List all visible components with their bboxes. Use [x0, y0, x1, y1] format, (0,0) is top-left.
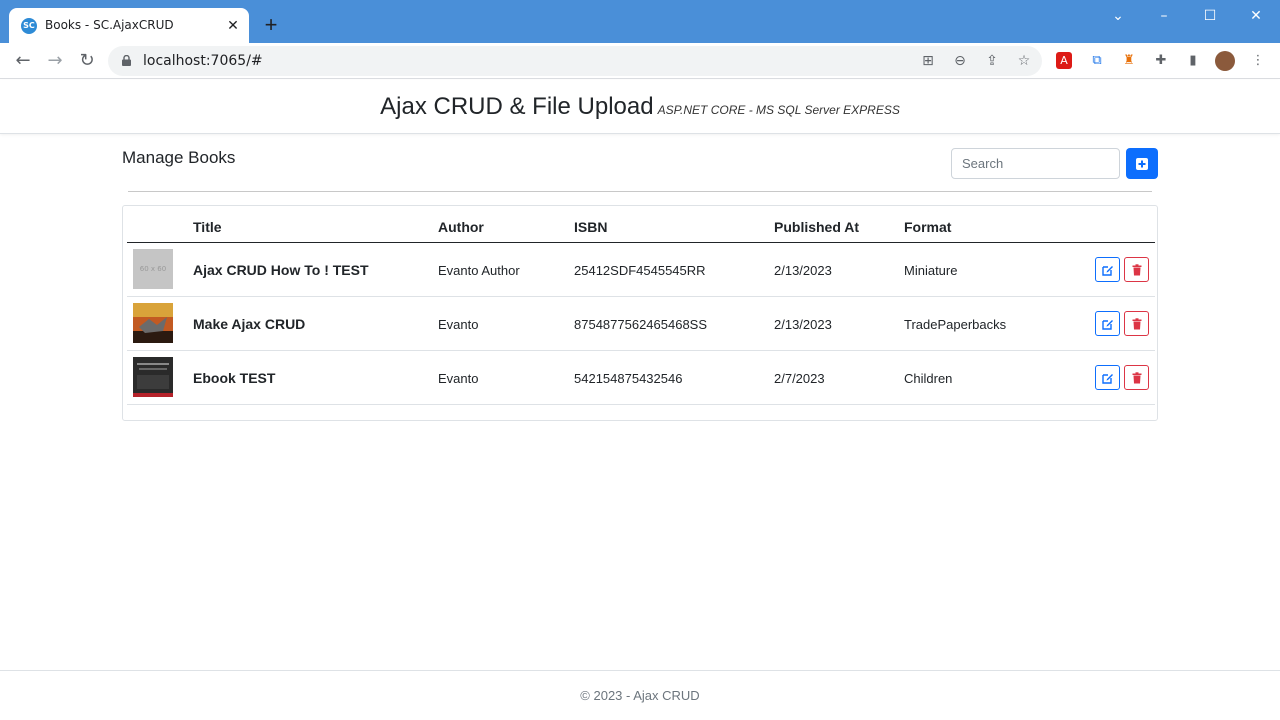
- extension-badge-icon[interactable]: ⧉: [1088, 52, 1106, 70]
- angular-extension-icon[interactable]: A: [1056, 52, 1072, 69]
- trash-icon: [1132, 264, 1142, 276]
- add-book-button[interactable]: [1126, 148, 1158, 179]
- column-header-isbn: ISBN: [574, 219, 608, 235]
- plus-square-icon: [1136, 158, 1148, 170]
- divider: [128, 191, 1152, 192]
- column-header-published: Published At: [774, 219, 860, 235]
- book-title: Ajax CRUD How To ! TEST: [193, 262, 369, 278]
- book-isbn: 8754877562465468SS: [574, 317, 708, 332]
- profile-avatar[interactable]: [1215, 51, 1235, 71]
- address-bar[interactable]: localhost:7065/# ⊞ ⊖ ⇪ ☆: [108, 46, 1042, 76]
- book-format: Children: [904, 371, 953, 386]
- maximize-icon[interactable]: ☐: [1201, 7, 1219, 25]
- forward-icon[interactable]: →: [45, 51, 65, 71]
- edit-button[interactable]: [1095, 311, 1120, 336]
- column-header-title: Title: [193, 219, 222, 235]
- column-header-author: Author: [438, 219, 484, 235]
- book-cover-image: [133, 303, 173, 343]
- browser-toolbar: ← → ↻ localhost:7065/# ⊞ ⊖ ⇪ ☆ A ⧉ ♜ ✚ ▮…: [0, 43, 1280, 79]
- extension-lock-icon[interactable]: ♜: [1120, 52, 1138, 70]
- table-row: 60 x 60 Ajax CRUD How To ! TEST Evanto A…: [127, 243, 1155, 297]
- search-input[interactable]: [951, 148, 1120, 179]
- delete-button[interactable]: [1124, 257, 1149, 282]
- lock-icon: [122, 55, 131, 66]
- browser-tab[interactable]: SC Books - SC.AjaxCRUD ✕: [9, 8, 249, 43]
- bookmark-star-icon[interactable]: ☆: [1015, 52, 1033, 70]
- edit-icon: [1102, 266, 1113, 276]
- extensions-puzzle-icon[interactable]: ✚: [1152, 52, 1170, 70]
- column-header-format: Format: [904, 219, 952, 235]
- book-author: Evanto: [438, 371, 479, 386]
- edit-button[interactable]: [1095, 257, 1120, 282]
- tab-close-icon[interactable]: ✕: [225, 17, 241, 33]
- app-header: Ajax CRUD & File Upload ASP.NET CORE - MS…: [0, 80, 1280, 134]
- book-author: Evanto Author: [438, 263, 520, 278]
- book-author: Evanto: [438, 317, 479, 332]
- menu-kebab-icon[interactable]: ⋮: [1249, 52, 1267, 70]
- app-title: Ajax CRUD & File Upload: [380, 93, 654, 120]
- book-cover-placeholder: 60 x 60: [133, 249, 173, 289]
- edit-icon: [1102, 320, 1113, 330]
- delete-button[interactable]: [1124, 311, 1149, 336]
- edit-button[interactable]: [1095, 365, 1120, 390]
- zoom-icon[interactable]: ⊖: [951, 52, 969, 70]
- tab-title: Books - SC.AjaxCRUD: [45, 18, 174, 32]
- book-isbn: 25412SDF4545545RR: [574, 263, 706, 278]
- edit-icon: [1102, 374, 1113, 384]
- book-published: 2/7/2023: [774, 371, 825, 386]
- reload-icon[interactable]: ↻: [77, 51, 97, 71]
- book-published: 2/13/2023: [774, 317, 832, 332]
- back-icon[interactable]: ←: [13, 51, 33, 71]
- table-row: Ebook TEST Evanto 542154875432546 2/7/20…: [127, 351, 1155, 405]
- close-window-icon[interactable]: ✕: [1247, 7, 1265, 25]
- browser-titlebar: SC Books - SC.AjaxCRUD ✕ + ⌄ – ☐ ✕: [0, 0, 1280, 43]
- books-table: Title Author ISBN Published At Format 60…: [122, 205, 1158, 421]
- url-text: localhost:7065/#: [143, 53, 263, 69]
- new-tab-icon[interactable]: +: [260, 14, 282, 37]
- book-title: Ebook TEST: [193, 370, 276, 386]
- book-isbn: 542154875432546: [574, 371, 683, 386]
- book-published: 2/13/2023: [774, 263, 832, 278]
- trash-icon: [1132, 318, 1142, 330]
- tab-search-icon[interactable]: ⌄: [1109, 7, 1127, 25]
- page-footer: © 2023 - Ajax CRUD: [0, 670, 1280, 720]
- book-title: Make Ajax CRUD: [193, 316, 306, 332]
- book-cover-image: [133, 357, 173, 397]
- side-panel-icon[interactable]: ▮: [1184, 52, 1202, 70]
- app-subtitle: ASP.NET CORE - MS SQL Server EXPRESS: [657, 103, 900, 117]
- table-header: Title Author ISBN Published At Format: [127, 206, 1155, 243]
- footer-text: © 2023 - Ajax CRUD: [580, 688, 700, 703]
- book-format: Miniature: [904, 263, 958, 278]
- trash-icon: [1132, 372, 1142, 384]
- translate-icon[interactable]: ⊞: [919, 52, 937, 70]
- share-icon[interactable]: ⇪: [983, 52, 1001, 70]
- delete-button[interactable]: [1124, 365, 1149, 390]
- minimize-icon[interactable]: –: [1155, 7, 1173, 25]
- favicon-icon: SC: [21, 18, 37, 34]
- table-row: Make Ajax CRUD Evanto 8754877562465468SS…: [127, 297, 1155, 351]
- page-title: Manage Books: [122, 148, 236, 167]
- book-format: TradePaperbacks: [904, 317, 1007, 332]
